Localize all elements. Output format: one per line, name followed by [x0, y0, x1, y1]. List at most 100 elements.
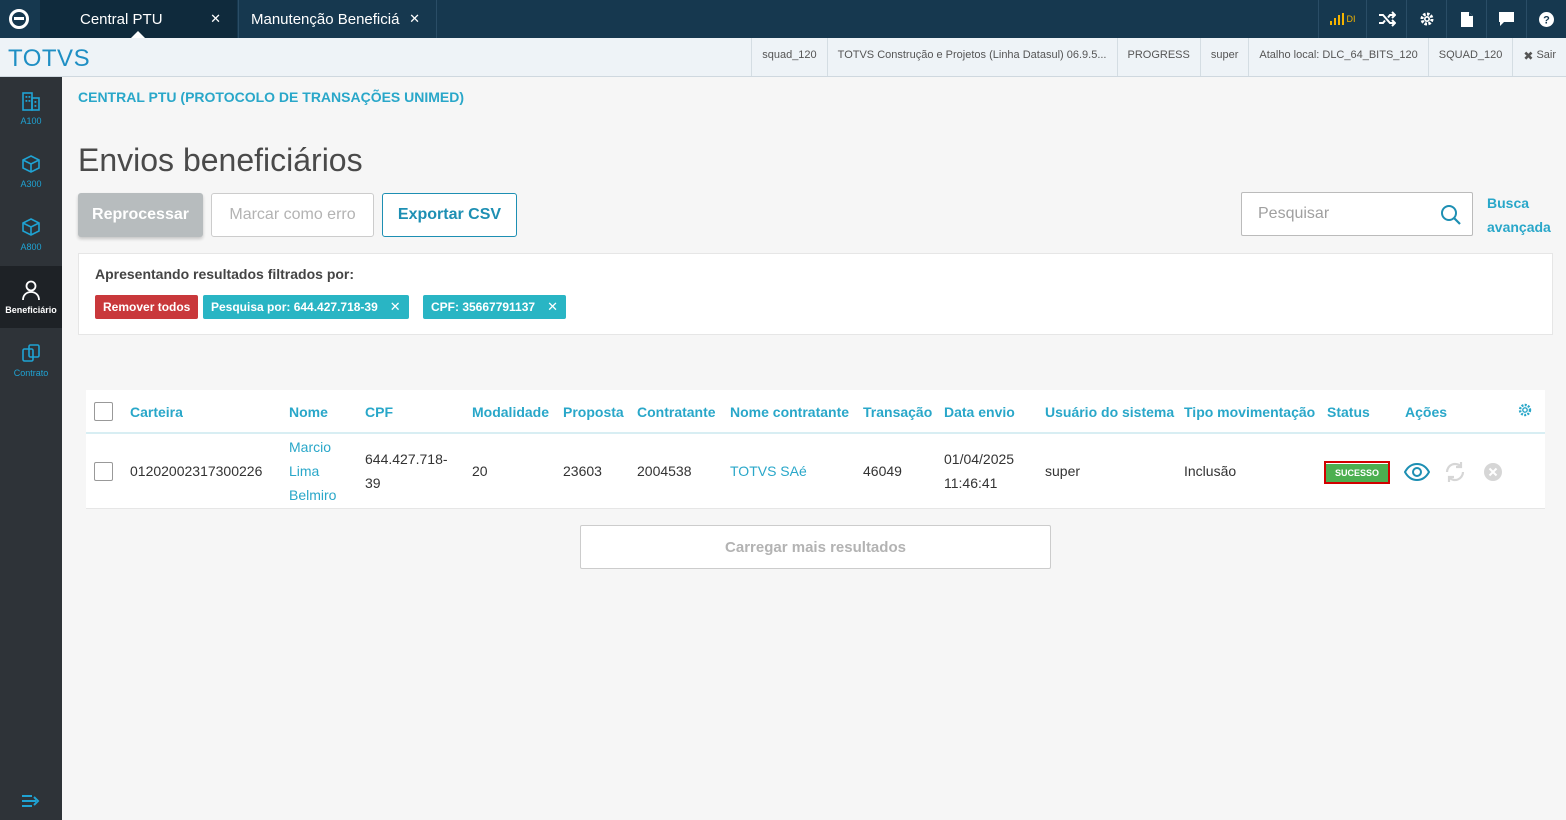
document-button[interactable]	[1446, 0, 1486, 38]
export-csv-button[interactable]: Exportar CSV	[382, 193, 517, 237]
breadcrumb[interactable]: CENTRAL PTU (PROTOCOLO DE TRANSAÇÕES UNI…	[78, 89, 464, 105]
sidebar-item-a100[interactable]: A100	[0, 77, 62, 139]
signal-indicator[interactable]: DI	[1318, 0, 1366, 38]
close-icon: ✖	[1523, 49, 1534, 63]
column-header-proposta[interactable]: Proposta	[563, 404, 624, 420]
sidebar-item-label: A300	[20, 179, 42, 189]
close-icon[interactable]: ✕	[390, 299, 401, 315]
cell-transacao: 46049	[863, 463, 902, 479]
info-squad: squad_120	[751, 38, 826, 76]
sidebar-item-beneficiario[interactable]: Beneficiário	[0, 266, 62, 328]
info-company: TOTVS Construção e Projetos (Linha Datas…	[826, 38, 1117, 76]
tab-label: Central PTU	[80, 10, 163, 28]
cell-time: 11:46:41	[944, 475, 998, 491]
info-shortcut: Atalho local: DLC_64_BITS_120	[1248, 38, 1427, 76]
search-field[interactable]	[1241, 192, 1473, 236]
totvs-logo-icon	[9, 9, 29, 29]
close-icon[interactable]: ✕	[547, 299, 558, 315]
info-environment: SQUAD_120	[1427, 38, 1513, 76]
column-header-carteira[interactable]: Carteira	[130, 404, 183, 420]
expand-sidebar-button[interactable]	[0, 794, 62, 808]
cell-nome-line: Lima	[289, 463, 320, 479]
top-tab-bar: Central PTU ✕ Manutenção Beneficiá ✕ DI …	[0, 0, 1566, 38]
sidebar-item-label: A100	[20, 116, 42, 126]
filter-panel: Apresentando resultados filtrados por: R…	[78, 253, 1553, 335]
reprocess-button[interactable]: Reprocessar	[78, 193, 203, 237]
cell-tipo-movimentacao: Inclusão	[1184, 463, 1237, 479]
search-input[interactable]	[1258, 205, 1428, 223]
cell-carteira: 01202002317300226	[130, 463, 263, 479]
shuffle-button[interactable]	[1366, 0, 1406, 38]
column-header-transacao[interactable]: Transação	[863, 404, 932, 420]
select-all-checkbox[interactable]	[94, 402, 113, 421]
app-logo-button[interactable]	[0, 0, 38, 38]
cell-proposta: 23603	[563, 463, 602, 479]
filter-chip-label: Pesquisa por: 644.427.718-39	[211, 300, 378, 314]
filter-chip-label: CPF: 35667791137	[431, 300, 536, 314]
sidebar-item-a800[interactable]: A800	[0, 203, 62, 265]
cell-nome-line: Belmiro	[289, 487, 337, 503]
brand-logo: TOTVS	[8, 45, 91, 72]
app-header: TOTVS squad_120 TOTVS Construção e Proje…	[0, 38, 1566, 77]
close-icon[interactable]: ✕	[210, 11, 221, 27]
cell-data-envio: 01/04/2025 11:46:41	[944, 447, 1014, 495]
column-header-cpf[interactable]: CPF	[365, 404, 393, 420]
cell-contratante: 2004538	[637, 463, 692, 479]
filter-chip-search: Pesquisa por: 644.427.718-39 ✕	[203, 295, 409, 319]
cell-modalidade: 20	[472, 463, 488, 479]
building-icon	[22, 92, 40, 111]
advanced-search-link[interactable]: Busca avançada	[1487, 191, 1557, 239]
cell-cpf-line: 39	[365, 475, 381, 491]
column-settings-button[interactable]	[1518, 403, 1532, 420]
table-header-row: Carteira Nome CPF Modalidade Proposta Co…	[86, 390, 1545, 434]
settings-button[interactable]	[1406, 0, 1446, 38]
row-checkbox[interactable]	[94, 462, 113, 481]
chat-button[interactable]	[1486, 0, 1526, 38]
sidebar-item-label: Beneficiário	[5, 305, 57, 315]
sidebar-item-label: A800	[20, 242, 42, 252]
sidebar-item-a300[interactable]: A300	[0, 140, 62, 202]
help-icon: ?	[1539, 11, 1554, 27]
cell-nome[interactable]: Marcio Lima Belmiro	[289, 435, 336, 507]
sidebar-item-contrato[interactable]: Contrato	[0, 329, 62, 391]
mark-error-row-button[interactable]	[1480, 459, 1506, 485]
load-more-button[interactable]: Carregar mais resultados	[580, 525, 1051, 569]
column-header-status[interactable]: Status	[1327, 404, 1370, 420]
signal-label: DI	[1346, 14, 1356, 24]
view-button[interactable]	[1404, 459, 1430, 485]
signal-icon	[1329, 13, 1344, 25]
tab-central-ptu[interactable]: Central PTU ✕	[40, 0, 237, 38]
close-circle-icon	[1484, 463, 1502, 481]
help-button[interactable]: ?	[1526, 0, 1566, 38]
tab-manutencao-beneficiario[interactable]: Manutenção Beneficiá ✕	[238, 0, 437, 38]
column-header-data-envio[interactable]: Data envio	[944, 404, 1015, 420]
search-icon[interactable]	[1440, 204, 1462, 229]
reprocess-row-button[interactable]	[1442, 459, 1468, 485]
page-title: Envios beneficiários	[78, 142, 363, 178]
gear-icon	[1518, 403, 1532, 417]
eye-icon	[1404, 463, 1430, 481]
info-user: super	[1199, 38, 1249, 76]
sidebar-item-label: Contrato	[13, 368, 49, 378]
column-header-nome[interactable]: Nome	[289, 404, 328, 420]
tab-label: Manutenção Beneficiá	[251, 10, 400, 28]
cell-cpf-line: 644.427.718-	[365, 451, 448, 467]
cell-nome-contratante[interactable]: TOTVS SAé	[730, 459, 807, 483]
column-header-nome-contratante[interactable]: Nome contratante	[730, 404, 849, 420]
remove-all-filters-button[interactable]: Remover todos	[95, 295, 199, 319]
cell-usuario: super	[1045, 463, 1081, 479]
shuffle-icon	[1378, 11, 1396, 27]
column-header-contratante[interactable]: Contratante	[637, 404, 716, 420]
filter-chip-cpf: CPF: 35667791137 ✕	[423, 295, 566, 319]
cell-cpf: 644.427.718- 39	[365, 447, 448, 495]
column-header-modalidade[interactable]: Modalidade	[472, 404, 549, 420]
column-header-tipo-movimentacao[interactable]: Tipo movimentação	[1184, 404, 1315, 420]
status-label: SUCESSO	[1326, 463, 1388, 482]
box-icon	[22, 155, 40, 173]
column-header-acoes: Ações	[1405, 404, 1448, 420]
column-header-usuario[interactable]: Usuário do sistema	[1045, 404, 1174, 420]
mark-as-error-button[interactable]: Marcar como erro	[211, 193, 374, 237]
exit-button[interactable]: ✖ Sair	[1512, 38, 1566, 76]
svg-text:?: ?	[1543, 14, 1550, 26]
close-icon[interactable]: ✕	[409, 11, 420, 27]
